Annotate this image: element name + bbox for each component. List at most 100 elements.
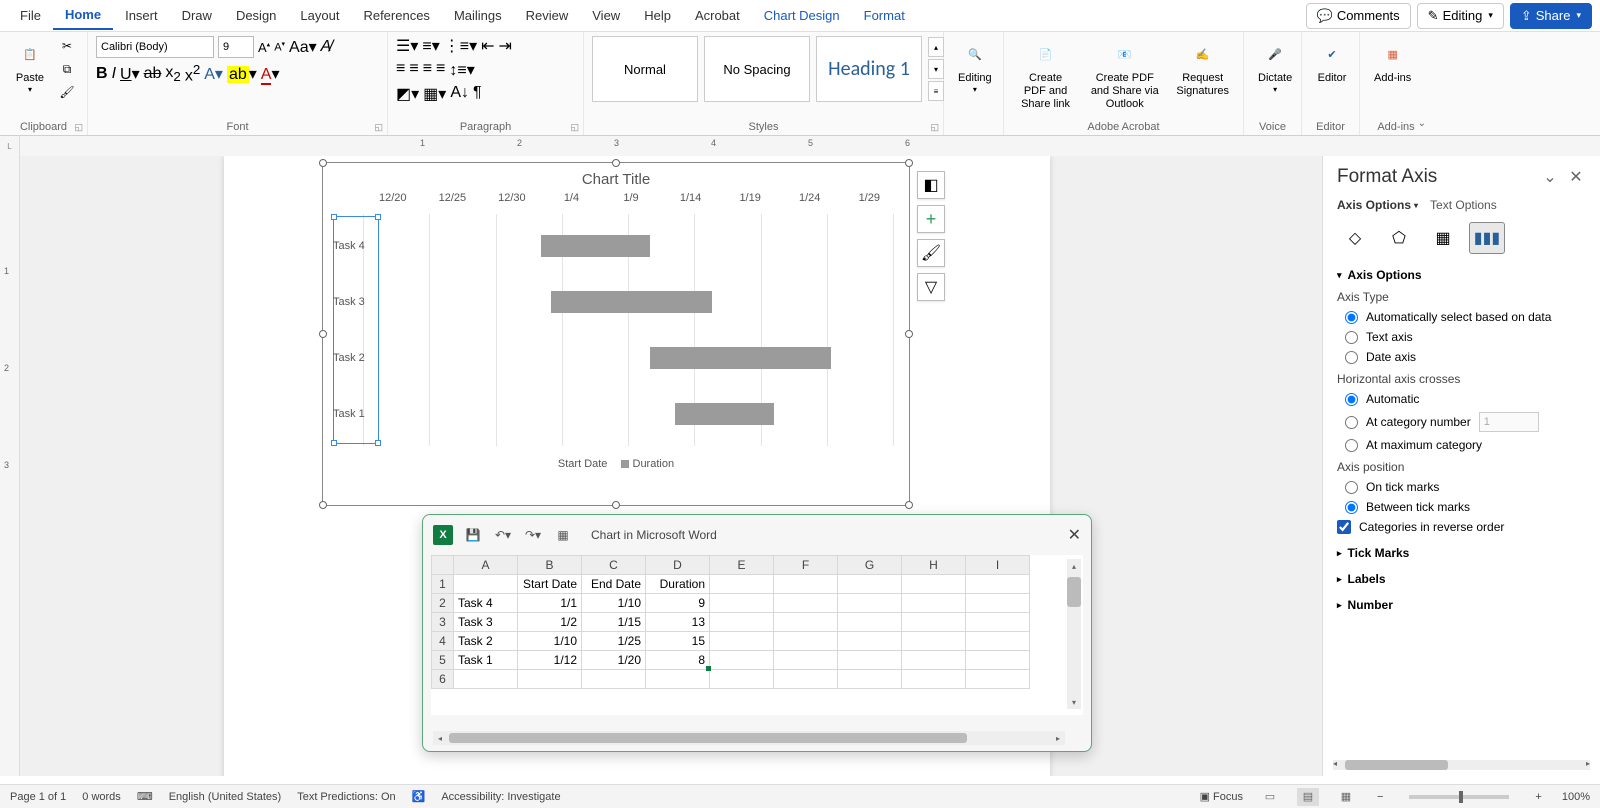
status-predictions[interactable]: Text Predictions: On — [297, 791, 395, 803]
cell[interactable] — [774, 594, 838, 613]
editing-dropdown[interactable]: 🔍 Editing▾ — [952, 36, 998, 96]
addins-button[interactable]: ▦Add-ins — [1368, 36, 1417, 87]
editor-button[interactable]: ✔Editor — [1310, 36, 1354, 87]
status-accessibility[interactable]: Accessibility: Investigate — [441, 791, 560, 803]
resize-handle[interactable] — [905, 330, 913, 338]
excel-edit-data-button[interactable]: ▦ — [553, 525, 573, 545]
radio-position-ontick[interactable]: On tick marks — [1345, 480, 1586, 494]
paragraph-dialog-launcher[interactable]: ◱ — [570, 122, 579, 133]
view-web-layout[interactable]: ▦ — [1335, 788, 1357, 806]
align-left-button[interactable]: ≡ — [396, 60, 405, 80]
resize-handle[interactable] — [612, 159, 620, 167]
paste-button[interactable]: 📋 Paste▾ — [8, 36, 52, 96]
excel-save-button[interactable]: 💾 — [463, 525, 483, 545]
row-header[interactable]: 5 — [432, 651, 454, 670]
chart-styles-button[interactable]: 🖌 — [917, 239, 945, 267]
row-header[interactable]: 1 — [432, 575, 454, 594]
cell[interactable] — [710, 594, 774, 613]
cell[interactable]: 8 — [646, 651, 710, 670]
cell[interactable] — [966, 670, 1030, 689]
italic-button[interactable]: I — [112, 65, 116, 83]
cell[interactable]: 1/12 — [518, 651, 582, 670]
cell[interactable] — [838, 651, 902, 670]
decrease-indent-button[interactable]: ⇤ — [481, 36, 494, 56]
section-tick-marks-header[interactable]: ▸Tick Marks — [1337, 546, 1586, 560]
select-all-cell[interactable] — [432, 556, 454, 575]
resize-handle[interactable] — [905, 501, 913, 509]
superscript-button[interactable]: x2 — [185, 62, 200, 85]
chart-plot-area[interactable]: 12/20 12/25 12/30 1/4 1/9 1/14 1/19 1/24… — [333, 192, 899, 452]
highlight-button[interactable]: ab▾ — [227, 64, 257, 84]
excel-undo-button[interactable]: ↶▾ — [493, 525, 513, 545]
cell[interactable] — [902, 594, 966, 613]
row-header[interactable]: 6 — [432, 670, 454, 689]
shading-button[interactable]: ◩▾ — [396, 84, 419, 104]
comments-button[interactable]: 💬Comments — [1306, 3, 1411, 29]
cell[interactable] — [838, 594, 902, 613]
chart-bar[interactable] — [551, 291, 712, 313]
cell[interactable]: 13 — [646, 613, 710, 632]
pane-icon-size[interactable]: ▦ — [1425, 222, 1461, 254]
chart-bar[interactable] — [675, 403, 773, 425]
pane-options-button[interactable]: ⌄ — [1540, 167, 1560, 187]
underline-button[interactable]: U▾ — [120, 64, 140, 84]
show-marks-button[interactable]: ¶ — [473, 84, 482, 104]
clear-formatting-button[interactable]: A̸ — [321, 38, 332, 56]
cell[interactable] — [966, 651, 1030, 670]
status-words[interactable]: 0 words — [82, 791, 121, 803]
styles-scroll-up[interactable]: ▴ — [928, 37, 944, 57]
pane-icon-effects[interactable]: ⬠ — [1381, 222, 1417, 254]
cell[interactable] — [710, 575, 774, 594]
request-signatures-button[interactable]: ✍Request Signatures — [1170, 36, 1235, 100]
cell[interactable] — [966, 575, 1030, 594]
strikethrough-button[interactable]: ab — [144, 65, 162, 83]
pane-tab-axis-options[interactable]: Axis Options▾ — [1337, 198, 1418, 212]
cell[interactable] — [646, 670, 710, 689]
row-header[interactable]: 2 — [432, 594, 454, 613]
view-print-layout[interactable]: ▤ — [1297, 788, 1319, 806]
radio-position-between[interactable]: Between tick marks — [1345, 500, 1586, 514]
bold-button[interactable]: B — [96, 65, 108, 83]
cell[interactable] — [966, 632, 1030, 651]
multilevel-list-button[interactable]: ⋮≡▾ — [444, 36, 477, 56]
tab-format[interactable]: Format — [852, 2, 917, 29]
text-effects-button[interactable]: A▾ — [204, 64, 223, 84]
col-header[interactable]: G — [838, 556, 902, 575]
styles-dialog-launcher[interactable]: ◱ — [930, 122, 939, 133]
create-pdf-outlook-button[interactable]: 📧Create PDF and Share via Outlook — [1083, 36, 1166, 114]
numbering-button[interactable]: ≡▾ — [422, 36, 439, 56]
scrollbar-thumb[interactable] — [1345, 760, 1448, 770]
status-language[interactable]: English (United States) — [169, 791, 282, 803]
excel-close-button[interactable]: ✕ — [1068, 525, 1081, 545]
cell[interactable]: Start Date — [518, 575, 582, 594]
shrink-font-button[interactable]: A▾ — [274, 40, 285, 54]
zoom-in-button[interactable]: + — [1531, 791, 1545, 803]
pane-close-button[interactable]: ✕ — [1566, 167, 1586, 187]
tab-design[interactable]: Design — [224, 2, 288, 29]
radio-axis-auto[interactable]: Automatically select based on data — [1345, 310, 1586, 324]
chart-bar[interactable] — [650, 347, 831, 369]
cell[interactable]: 1/20 — [582, 651, 646, 670]
justify-button[interactable]: ≡ — [436, 60, 445, 80]
cell[interactable] — [774, 613, 838, 632]
cell[interactable] — [902, 632, 966, 651]
cell[interactable]: Task 1 — [454, 651, 518, 670]
cell[interactable] — [774, 651, 838, 670]
cell[interactable] — [902, 613, 966, 632]
cell[interactable]: 1/10 — [518, 632, 582, 651]
create-pdf-share-link-button[interactable]: 📄Create PDF and Share link — [1012, 36, 1079, 114]
col-header[interactable]: D — [646, 556, 710, 575]
cell[interactable]: Task 2 — [454, 632, 518, 651]
share-button[interactable]: ⇪Share▾ — [1510, 3, 1592, 29]
cell[interactable]: 1/10 — [582, 594, 646, 613]
cell[interactable]: Task 4 — [454, 594, 518, 613]
copy-button[interactable]: ⧉ — [56, 59, 78, 79]
cell[interactable]: 1/15 — [582, 613, 646, 632]
view-read-mode[interactable]: ▭ — [1259, 788, 1281, 806]
cell[interactable] — [774, 632, 838, 651]
cell[interactable] — [774, 670, 838, 689]
cell[interactable] — [582, 670, 646, 689]
grow-font-button[interactable]: A▴ — [258, 40, 270, 55]
chart-data-window[interactable]: X 💾 ↶▾ ↷▾ ▦ Chart in Microsoft Word ✕ A … — [422, 514, 1092, 752]
resize-handle[interactable] — [319, 330, 327, 338]
